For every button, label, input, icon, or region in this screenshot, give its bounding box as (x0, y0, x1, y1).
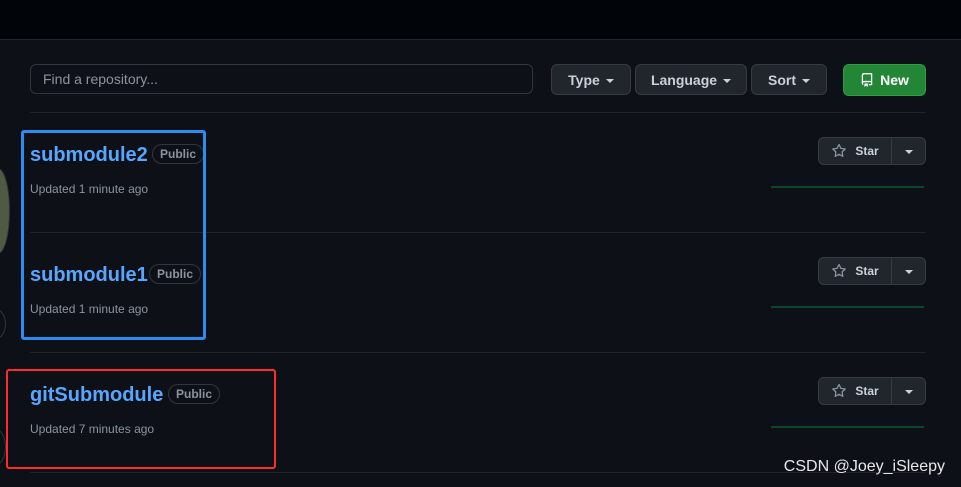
repo-icon (861, 73, 873, 87)
repository-filter-bar: Type Language Sort New (30, 64, 926, 97)
sort-filter-button[interactable]: Sort (751, 64, 827, 95)
red-highlight-box (6, 369, 276, 469)
decoration-circle (0, 309, 6, 339)
star-icon (832, 383, 847, 397)
top-header-bar (0, 0, 961, 40)
star-button[interactable]: Star (818, 257, 892, 285)
star-list-dropdown[interactable] (892, 377, 926, 405)
language-filter-button[interactable]: Language (635, 64, 747, 95)
triangle-down-icon (723, 78, 732, 83)
new-repository-button[interactable]: New (843, 64, 926, 96)
type-filter-button[interactable]: Type (551, 64, 631, 95)
blue-highlight-box (21, 130, 206, 340)
profile-avatar-edge (0, 168, 10, 254)
triangle-down-icon (904, 390, 913, 394)
triangle-down-icon (802, 78, 810, 83)
star-label: Star (855, 264, 879, 278)
new-button-label: New (880, 72, 909, 88)
activity-sparkline (771, 186, 924, 188)
star-button-group: Star (818, 257, 926, 285)
star-button-group: Star (818, 377, 926, 405)
watermark-text: CSDN @Joey_iSleepy (783, 458, 945, 475)
star-label: Star (855, 144, 879, 158)
star-button-group: Star (818, 137, 926, 165)
activity-sparkline (771, 426, 924, 428)
star-icon (832, 143, 847, 157)
star-icon (832, 263, 847, 277)
star-button[interactable]: Star (818, 137, 892, 165)
star-list-dropdown[interactable] (892, 137, 926, 165)
type-filter-label: Type (568, 71, 600, 88)
triangle-down-icon (605, 78, 614, 83)
star-list-dropdown[interactable] (892, 257, 926, 285)
star-label: Star (855, 384, 879, 398)
find-repository-input[interactable] (30, 64, 533, 94)
activity-sparkline (771, 306, 924, 308)
triangle-down-icon (904, 150, 913, 154)
star-button[interactable]: Star (818, 377, 892, 405)
triangle-down-icon (904, 270, 913, 274)
language-filter-label: Language (650, 71, 718, 88)
sort-filter-label: Sort (768, 71, 796, 88)
